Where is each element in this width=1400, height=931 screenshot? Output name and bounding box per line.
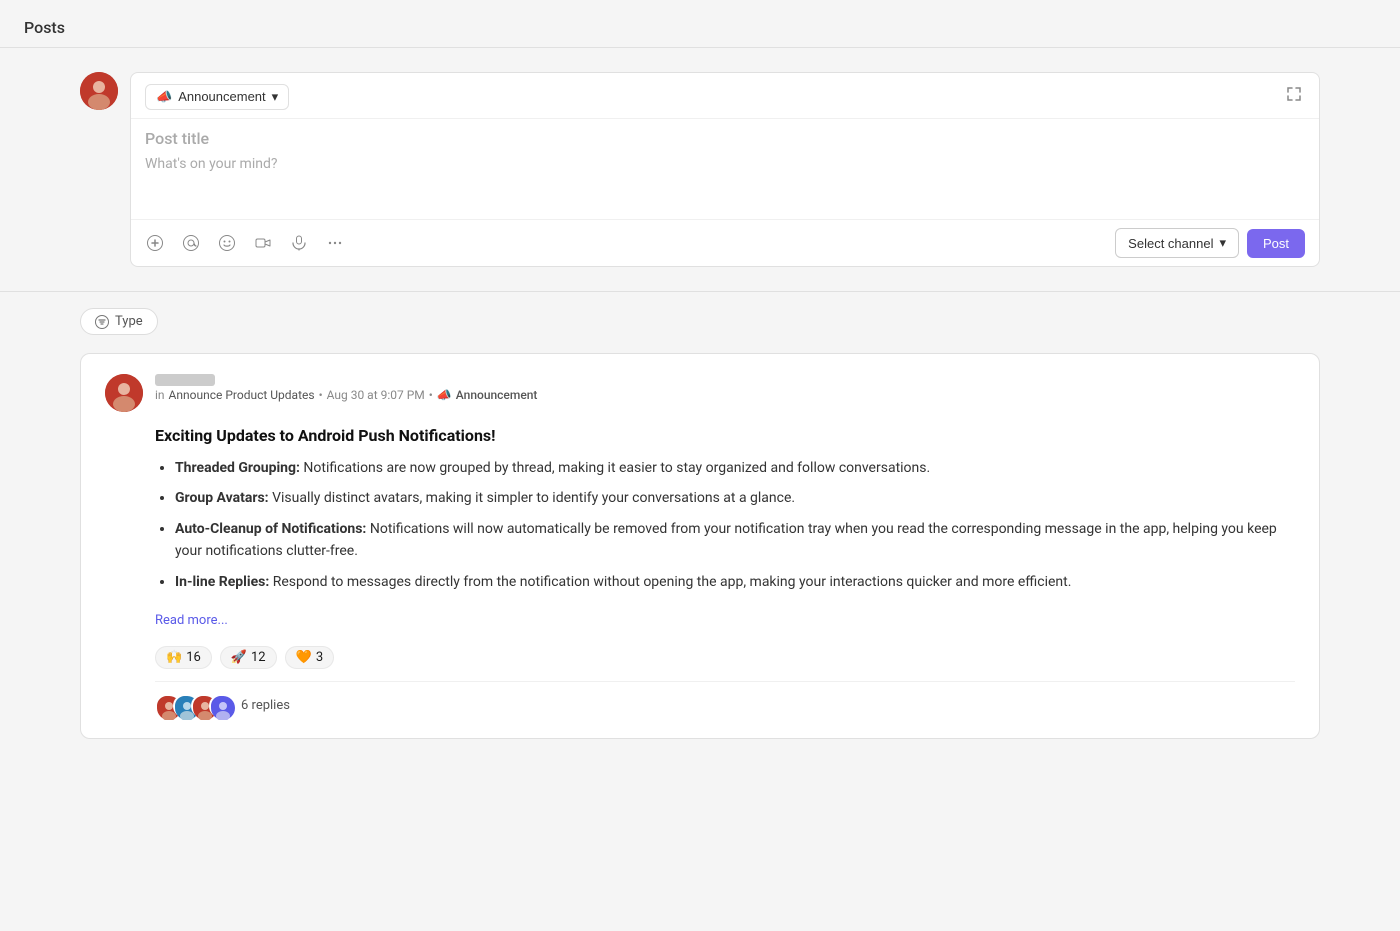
select-channel-button[interactable]: Select channel ▾ (1115, 228, 1239, 258)
reaction-3-emoji: 🧡 (296, 650, 312, 665)
reaction-1-emoji: 🙌 (166, 650, 182, 665)
filter-icon (95, 315, 109, 329)
compose-container: 📣 Announcement ▾ Post title What's on yo… (80, 72, 1320, 267)
bullet-1-bold: Threaded Grouping: (175, 460, 300, 476)
chevron-down-icon: ▾ (272, 89, 279, 105)
read-more-link[interactable]: Read more... (155, 611, 228, 632)
post-meta-details: in Announce Product Updates • Aug 30 at … (155, 388, 537, 402)
post-author-name (155, 374, 215, 386)
compose-footer: Select channel ▾ Post (131, 219, 1319, 266)
expand-icon (1287, 87, 1301, 101)
compose-header: 📣 Announcement ▾ (131, 73, 1319, 119)
at-icon (183, 235, 199, 251)
tag-icon: 📣 (437, 388, 452, 402)
in-label: in (155, 388, 165, 402)
post-content: Exciting Updates to Android Push Notific… (105, 426, 1295, 718)
bullet-1-text: Notifications are now grouped by thread,… (300, 460, 930, 476)
reaction-2[interactable]: 🚀 12 (220, 646, 277, 669)
post-avatar-svg (105, 374, 143, 412)
compose-section: 📣 Announcement ▾ Post title What's on yo… (0, 48, 1400, 291)
reply-avatars (155, 694, 233, 718)
user-avatar (80, 72, 118, 110)
type-filter-label: Type (115, 314, 143, 329)
bullet-4-bold: In-line Replies: (175, 574, 269, 590)
post-channel: Announce Product Updates (169, 388, 315, 402)
video-icon-button[interactable] (253, 233, 273, 253)
bullet-2-bold: Group Avatars: (175, 490, 269, 506)
emoji-icon (219, 235, 235, 251)
bullet-2-text: Visually distinct avatars, making it sim… (269, 490, 796, 506)
post-timestamp: Aug 30 at 9:07 PM (327, 388, 425, 402)
mention-icon-button[interactable] (181, 233, 201, 253)
post-button[interactable]: Post (1247, 229, 1305, 258)
reaction-2-emoji: 🚀 (231, 650, 247, 665)
reaction-1[interactable]: 🙌 16 (155, 646, 212, 669)
bullet-4: In-line Replies: Respond to messages dir… (175, 571, 1295, 593)
select-channel-chevron: ▾ (1219, 235, 1226, 251)
post-bullet-list: Threaded Grouping: Notifications are now… (155, 457, 1295, 593)
page-title: Posts (0, 0, 1400, 47)
announcement-icon: 📣 (156, 89, 172, 105)
post-meta: in Announce Product Updates • Aug 30 at … (105, 374, 1295, 412)
bullet-4-text: Respond to messages directly from the no… (269, 574, 1071, 590)
select-channel-label: Select channel (1128, 236, 1213, 251)
microphone-icon (291, 235, 307, 251)
reaction-2-count: 12 (251, 650, 266, 665)
audio-icon-button[interactable] (289, 233, 309, 253)
bullet-sep-1: • (319, 388, 323, 402)
feed-section: Type in (0, 292, 1400, 763)
post-title: Exciting Updates to Android Push Notific… (155, 426, 1295, 445)
reaction-3-count: 3 (316, 650, 323, 665)
bullet-3-bold: Auto-Cleanup of Notifications: (175, 521, 366, 537)
page-wrapper: Posts 📣 Announcement (0, 0, 1400, 931)
post-body-input[interactable]: What's on your mind? (145, 156, 1305, 172)
plus-icon (147, 235, 163, 251)
bullet-3: Auto-Cleanup of Notifications: Notificat… (175, 518, 1295, 563)
compose-actions: Select channel ▾ Post (1115, 228, 1305, 258)
add-icon-button[interactable] (145, 233, 165, 253)
bullet-sep-2: • (429, 388, 433, 402)
type-filter-button[interactable]: Type (80, 308, 158, 335)
reaction-1-count: 16 (186, 650, 201, 665)
reply-avatar-4 (209, 694, 233, 718)
ellipsis-icon (327, 235, 343, 251)
announcement-type-button[interactable]: 📣 Announcement ▾ (145, 84, 289, 110)
replies-row[interactable]: 6 replies (155, 681, 1295, 718)
more-icon-button[interactable] (325, 233, 345, 253)
post-title-input[interactable]: Post title (145, 129, 1305, 148)
announcement-label: Announcement (178, 89, 265, 104)
post-meta-info: in Announce Product Updates • Aug 30 at … (155, 374, 537, 402)
video-icon (255, 235, 271, 251)
toolbar-icons (145, 233, 345, 253)
expand-button[interactable] (1283, 83, 1305, 110)
post-author-avatar (105, 374, 143, 412)
post-announcement-tag: 📣 Announcement (437, 388, 538, 402)
reactions-row: 🙌 16 🚀 12 🧡 3 (155, 646, 1295, 669)
reaction-3[interactable]: 🧡 3 (285, 646, 335, 669)
bullet-1: Threaded Grouping: Notifications are now… (175, 457, 1295, 479)
emoji-icon-button[interactable] (217, 233, 237, 253)
post-body: Threaded Grouping: Notifications are now… (155, 457, 1295, 632)
compose-box: 📣 Announcement ▾ Post title What's on yo… (130, 72, 1320, 267)
post-card: in Announce Product Updates • Aug 30 at … (80, 353, 1320, 739)
feed-container: Type in (80, 308, 1320, 739)
compose-body[interactable]: Post title What's on your mind? (131, 119, 1319, 219)
bullet-2: Group Avatars: Visually distinct avatars… (175, 487, 1295, 509)
replies-count: 6 replies (241, 698, 290, 713)
avatar-svg (80, 72, 118, 110)
